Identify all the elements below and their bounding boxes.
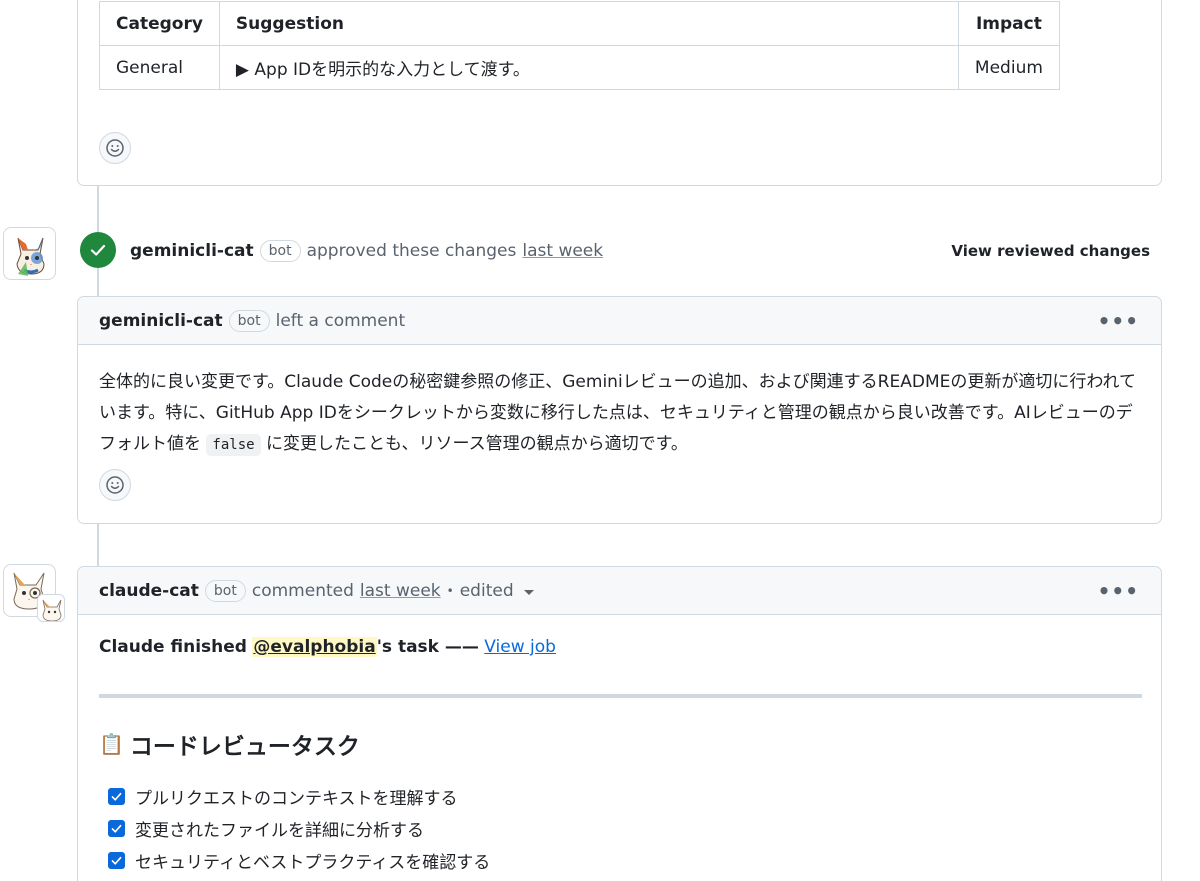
smiley-icon	[106, 139, 124, 157]
cat-mini-icon	[42, 599, 62, 621]
comment-author-link[interactable]: claude-cat	[99, 581, 199, 601]
check-icon	[111, 792, 122, 801]
comment-header: claude-cat bot commented last week • edi…	[78, 567, 1161, 615]
task-title-text: コードレビュータスク	[129, 734, 360, 760]
task-title: 📋 コードレビュータスク	[99, 727, 360, 761]
comment-action-text: left a comment	[275, 310, 406, 331]
task-label: プルリクエストのコンテキストを理解する	[135, 789, 458, 809]
comment-body: 全体的に良い変更です。Claude Codeの秘密鍵参照の修正、Geminiレビ…	[99, 367, 1144, 461]
cell-category: General	[99, 45, 220, 90]
review-author-link[interactable]: geminicli-cat	[130, 241, 254, 261]
clipboard-icon: 📋	[99, 732, 124, 756]
bot-badge: bot	[204, 579, 246, 602]
cell-suggestion[interactable]: ▶ App IDを明示的な入力として渡す。	[218, 45, 959, 90]
review-time-link[interactable]: last week	[522, 241, 603, 261]
avatar-geminicli-cat[interactable]	[3, 227, 56, 280]
suggestion-table: Category Suggestion Impact General ▶ App…	[99, 1, 1060, 90]
status-suffix: 's task ——	[376, 637, 479, 657]
edited-label[interactable]: edited	[460, 581, 514, 601]
comment-author-link[interactable]: geminicli-cat	[99, 311, 223, 331]
bot-badge: bot	[259, 240, 301, 262]
chevron-down-icon[interactable]	[523, 589, 534, 595]
status-prefix: Claude finished	[99, 637, 247, 657]
claude-comment-card: claude-cat bot commented last week • edi…	[77, 566, 1162, 881]
task-label: 変更されたファイルを詳細に分析する	[135, 821, 424, 841]
comment-header: geminicli-cat bot left a comment •••	[78, 297, 1161, 345]
bot-badge: bot	[228, 309, 270, 332]
task-list-item: 変更されたファイルを詳細に分析する	[108, 816, 424, 841]
task-checkbox[interactable]	[108, 852, 125, 869]
separator-dot: •	[446, 583, 454, 598]
view-job-link[interactable]: View job	[484, 637, 556, 657]
comment-text: に変更したことも、リソース管理の観点から適切です。	[265, 434, 688, 454]
avatar-small-claude	[37, 594, 65, 622]
column-header-impact: Impact	[957, 1, 1060, 46]
column-header-category: Category	[99, 1, 220, 46]
column-header-suggestion: Suggestion	[218, 1, 959, 46]
review-action-text: approved these changes	[306, 241, 517, 261]
task-checkbox[interactable]	[108, 788, 125, 805]
comment-time-link[interactable]: last week	[360, 581, 441, 601]
check-icon	[111, 856, 122, 865]
cat-avatar-icon	[16, 237, 45, 276]
user-mention-link[interactable]: @evalphobia	[252, 637, 377, 657]
view-reviewed-changes-button[interactable]: View reviewed changes	[951, 242, 1150, 260]
add-reaction-button[interactable]	[99, 469, 131, 501]
task-status-line: Claude finished @evalphobia's task —— Vi…	[99, 637, 556, 657]
task-label: セキュリティとベストプラクティスを確認する	[135, 853, 491, 873]
timeline-line	[97, 268, 99, 296]
approved-check-icon	[80, 232, 116, 268]
task-list-item: セキュリティとベストプラクティスを確認する	[108, 848, 490, 873]
comment-options-button[interactable]: •••	[1098, 579, 1139, 603]
review-comment-card: geminicli-cat bot left a comment ••• 全体的…	[77, 296, 1162, 524]
table-row: General ▶ App IDを明示的な入力として渡す。 Medium	[99, 45, 1060, 90]
check-icon	[111, 824, 122, 833]
divider	[99, 694, 1142, 698]
task-list-item: プルリクエストのコンテキストを理解する	[108, 784, 458, 809]
previous-comment-card: Category Suggestion Impact General ▶ App…	[77, 0, 1162, 186]
timeline-line	[97, 186, 99, 232]
timeline-line	[97, 523, 99, 566]
table-header-row: Category Suggestion Impact	[99, 1, 1060, 46]
cell-impact: Medium	[957, 45, 1060, 90]
comment-options-button[interactable]: •••	[1098, 309, 1139, 333]
inline-code: false	[206, 434, 261, 456]
task-checkbox[interactable]	[108, 820, 125, 837]
review-summary: geminicli-cat bot approved these changes…	[130, 240, 603, 262]
add-reaction-button[interactable]	[99, 132, 131, 164]
comment-action-text: commented	[251, 580, 354, 601]
smiley-icon	[106, 476, 124, 494]
